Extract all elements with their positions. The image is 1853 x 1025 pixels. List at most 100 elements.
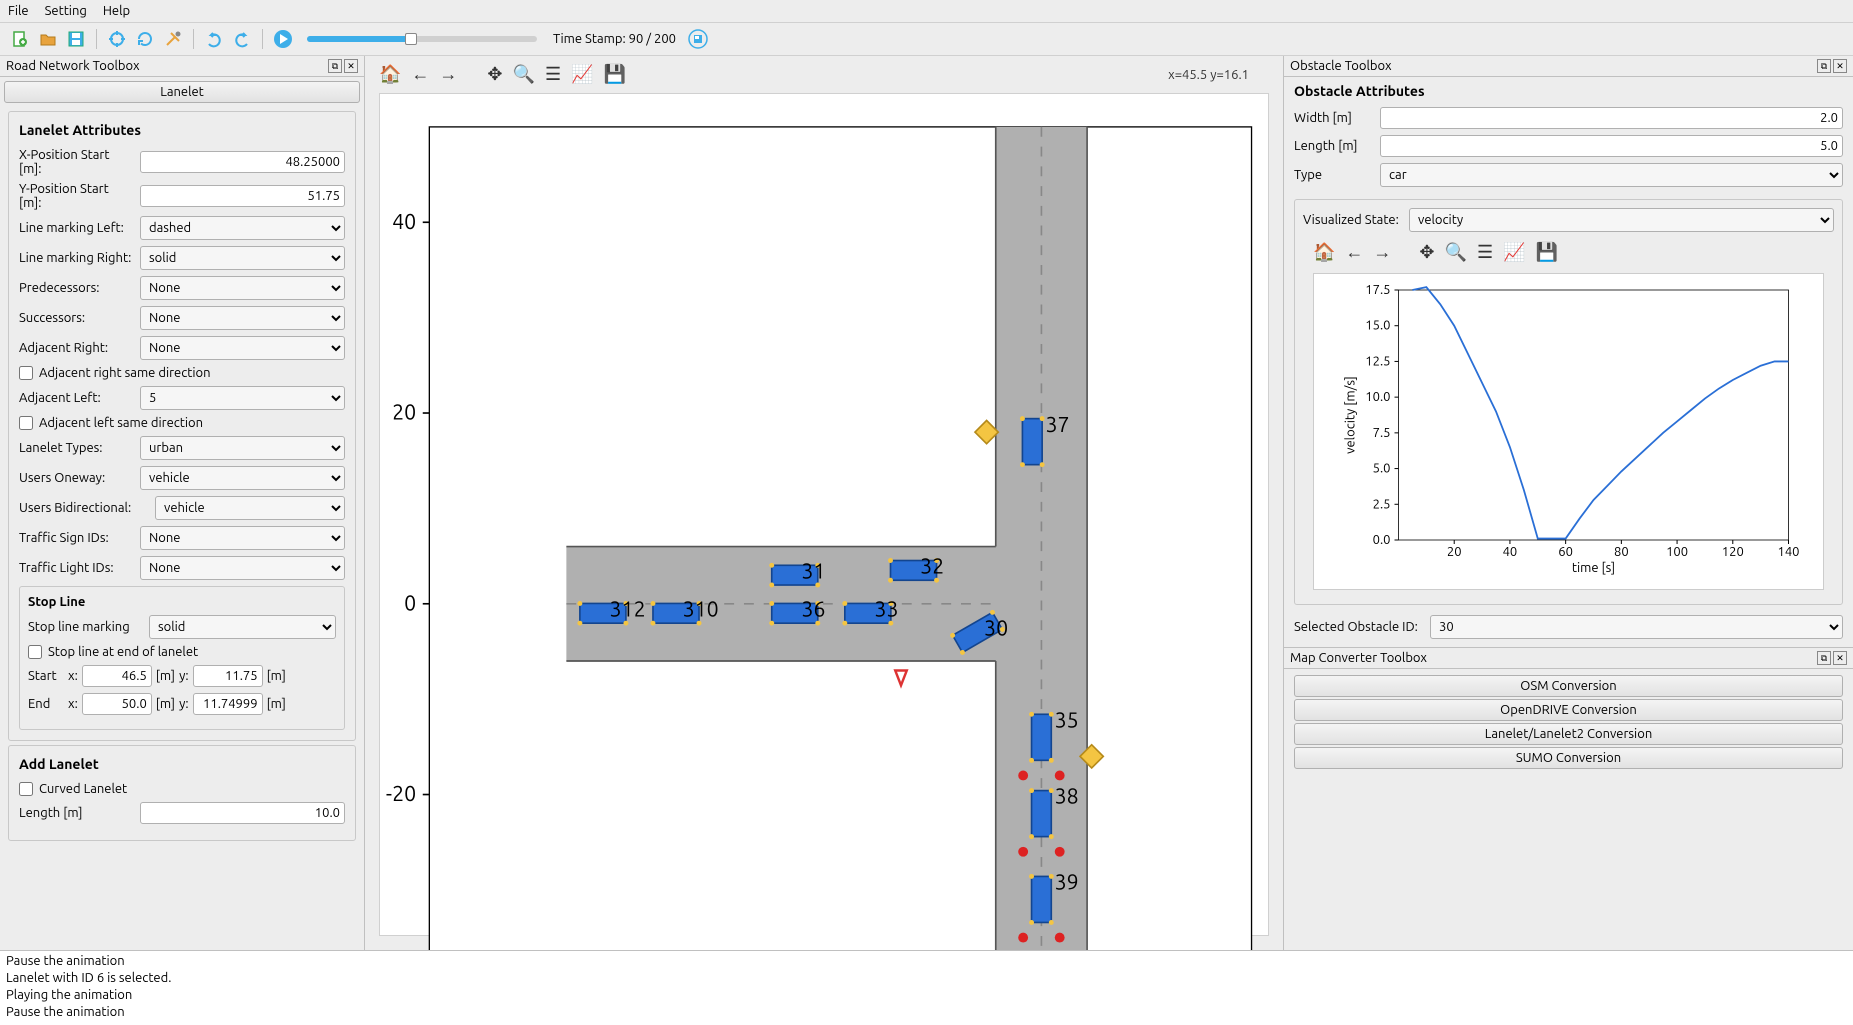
lanelet-section-header[interactable]: Lanelet — [4, 81, 360, 103]
end-x-label: x: — [68, 697, 78, 711]
add-length-input[interactable] — [140, 802, 345, 824]
vis-state-select[interactable]: velocity — [1409, 208, 1834, 232]
back-icon[interactable]: ← — [411, 64, 429, 85]
pan-icon[interactable]: ✥ — [487, 64, 502, 85]
sel-obst-select[interactable]: 30 — [1430, 615, 1843, 639]
edit-axis-icon[interactable]: 📈 — [571, 64, 593, 85]
adj-left-same-checkbox[interactable] — [19, 416, 33, 430]
redo-icon[interactable] — [230, 27, 254, 51]
users-oneway-select[interactable]: vehicle — [140, 466, 345, 490]
end-label: End — [28, 697, 64, 711]
edit-axis-icon[interactable]: 📈 — [1503, 242, 1525, 263]
target-icon[interactable] — [105, 27, 129, 51]
time-slider[interactable] — [307, 36, 537, 42]
lm-right-select[interactable]: solid — [140, 246, 345, 270]
adj-left-select[interactable]: 5 — [140, 386, 345, 410]
refresh-icon[interactable] — [133, 27, 157, 51]
close-button[interactable]: ✕ — [1833, 651, 1847, 665]
log-console[interactable]: Pause the animation Lanelet with ID 6 is… — [0, 950, 1853, 1025]
tools-icon[interactable] — [161, 27, 185, 51]
obst-type-select[interactable]: car — [1380, 163, 1843, 187]
adj-right-same-label: Adjacent right same direction — [39, 366, 211, 380]
scenario-canvas-panel: 🏠 ← → ✥ 🔍 ☰ 📈 💾 x=45.5 y=16.1 -100102030… — [365, 56, 1283, 950]
undo-icon[interactable] — [202, 27, 226, 51]
stopline-end-label: Stop line at end of lanelet — [48, 645, 198, 659]
menu-file[interactable]: File — [8, 4, 29, 18]
svg-text:velocity [m/s]: velocity [m/s] — [1344, 376, 1358, 454]
lm-left-select[interactable]: dashed — [140, 216, 345, 240]
lanelet-attributes-form: Lanelet Attributes X-Position Start [m]:… — [8, 111, 356, 741]
pan-icon[interactable]: ✥ — [1419, 242, 1434, 263]
home-icon[interactable]: 🏠 — [1313, 242, 1335, 263]
traffic-sign-select[interactable]: None — [140, 526, 345, 550]
float-button[interactable]: ⧉ — [1817, 651, 1831, 665]
succ-label: Successors: — [19, 311, 134, 325]
end-x-input[interactable] — [82, 693, 152, 715]
obst-type-label: Type — [1294, 168, 1374, 182]
curved-lanelet-checkbox[interactable] — [19, 782, 33, 796]
stopline-title: Stop Line — [28, 595, 336, 609]
start-y-input[interactable] — [193, 665, 263, 687]
end-y-input[interactable] — [193, 693, 263, 715]
close-button[interactable]: ✕ — [344, 59, 358, 73]
svg-text:time [s]: time [s] — [1572, 561, 1615, 575]
svg-text:39: 39 — [1055, 871, 1079, 895]
home-icon[interactable]: 🏠 — [379, 64, 401, 85]
scenario-canvas[interactable]: -10010203040506070-40-200204037323136333… — [379, 93, 1269, 936]
menu-setting[interactable]: Setting — [45, 4, 87, 18]
configure-subplots-icon[interactable]: ☰ — [1477, 242, 1493, 263]
svg-text:40: 40 — [1503, 545, 1518, 559]
new-file-icon[interactable] — [8, 27, 32, 51]
succ-select[interactable]: None — [140, 306, 345, 330]
svg-text:-20: -20 — [386, 782, 416, 806]
obst-length-input[interactable] — [1380, 135, 1843, 157]
save-figure-icon[interactable]: 💾 — [604, 64, 626, 85]
save-video-icon[interactable] — [686, 27, 710, 51]
right-panel: Obstacle Toolbox ⧉ ✕ Obstacle Attributes… — [1283, 56, 1853, 950]
open-file-icon[interactable] — [36, 27, 60, 51]
vis-state-label: Visualized State: — [1303, 213, 1403, 227]
opendrive-conversion-button[interactable]: OpenDRIVE Conversion — [1294, 699, 1843, 721]
traffic-sign-label: Traffic Sign IDs: — [19, 531, 134, 545]
svg-text:0.0: 0.0 — [1373, 533, 1391, 547]
forward-icon[interactable]: → — [1373, 242, 1391, 263]
plot-toolbar: 🏠 ← → ✥ 🔍 ☰ 📈 💾 x=45.5 y=16.1 — [365, 56, 1283, 93]
velocity-chart[interactable]: 204060801001201400.02.55.07.510.012.515.… — [1313, 273, 1824, 590]
adj-right-select[interactable]: None — [140, 336, 345, 360]
osm-conversion-button[interactable]: OSM Conversion — [1294, 675, 1843, 697]
users-bidir-select[interactable]: vehicle — [155, 496, 345, 520]
x-pos-input[interactable] — [140, 151, 345, 173]
adj-left-label: Adjacent Left: — [19, 391, 134, 405]
traffic-light-select[interactable]: None — [140, 556, 345, 580]
stopline-marking-select[interactable]: solid — [149, 615, 336, 639]
obst-width-input[interactable] — [1380, 107, 1843, 129]
play-icon[interactable] — [271, 27, 295, 51]
configure-subplots-icon[interactable]: ☰ — [545, 64, 561, 85]
adj-right-label: Adjacent Right: — [19, 341, 134, 355]
main-toolbar: Time Stamp: 90 / 200 — [0, 23, 1853, 56]
svg-text:17.5: 17.5 — [1365, 283, 1390, 297]
log-line: Pause the animation — [6, 953, 1847, 970]
obst-length-label: Length [m] — [1294, 139, 1374, 153]
float-button[interactable]: ⧉ — [1817, 59, 1831, 73]
start-x-label: x: — [68, 669, 78, 683]
lanelet-types-select[interactable]: urban — [140, 436, 345, 460]
curved-lanelet-label: Curved Lanelet — [39, 782, 127, 796]
close-button[interactable]: ✕ — [1833, 59, 1847, 73]
sumo-conversion-button[interactable]: SUMO Conversion — [1294, 747, 1843, 769]
y-pos-input[interactable] — [140, 185, 345, 207]
zoom-icon[interactable]: 🔍 — [1445, 242, 1467, 263]
lanelet2-conversion-button[interactable]: Lanelet/Lanelet2 Conversion — [1294, 723, 1843, 745]
back-icon[interactable]: ← — [1345, 242, 1363, 263]
zoom-icon[interactable]: 🔍 — [513, 64, 535, 85]
save-figure-icon[interactable]: 💾 — [1536, 242, 1558, 263]
menu-help[interactable]: Help — [103, 4, 130, 18]
forward-icon[interactable]: → — [439, 64, 457, 85]
adj-right-same-checkbox[interactable] — [19, 366, 33, 380]
x-pos-label: X-Position Start [m]: — [19, 148, 134, 176]
save-file-icon[interactable] — [64, 27, 88, 51]
stopline-end-checkbox[interactable] — [28, 645, 42, 659]
float-button[interactable]: ⧉ — [328, 59, 342, 73]
pred-select[interactable]: None — [140, 276, 345, 300]
start-x-input[interactable] — [82, 665, 152, 687]
